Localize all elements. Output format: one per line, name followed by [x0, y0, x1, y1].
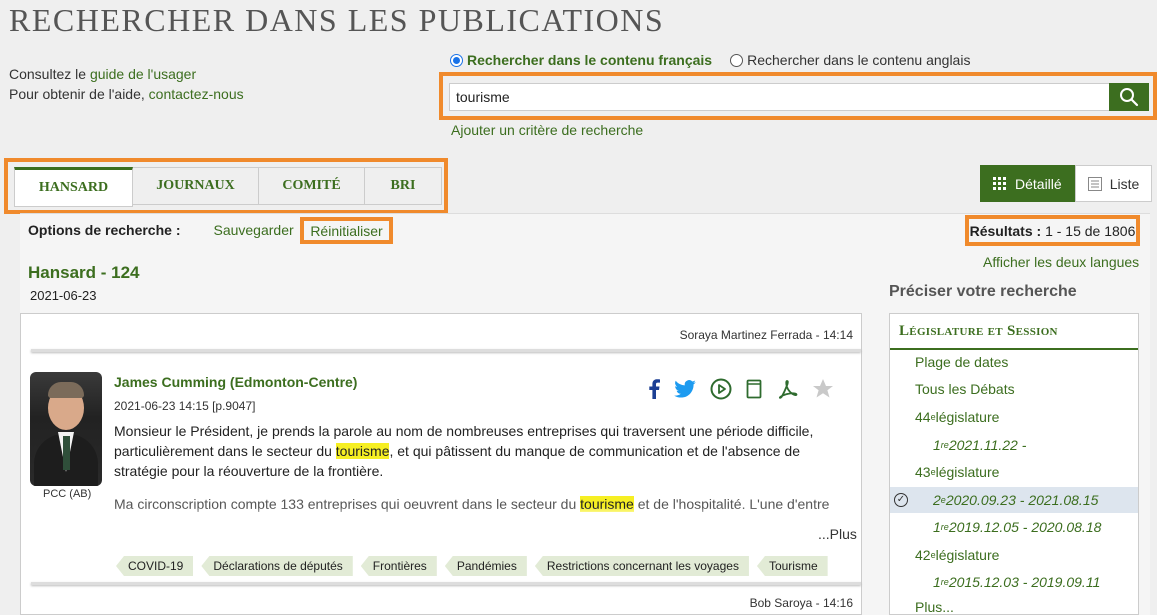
date-range-link[interactable]: Plage de dates	[890, 349, 1138, 375]
radio-unchecked-icon	[730, 53, 744, 67]
results-count: Résultats : 1 - 15 de 1806	[965, 215, 1140, 246]
publication-tabs: HANSARD JOURNAUX COMITÉ BRI	[4, 158, 448, 214]
star-icon[interactable]	[812, 378, 834, 400]
speaker-timestamp: 2021-06-23 14:15 [p.9047]	[114, 399, 256, 413]
legislature-44[interactable]: 44 e législature	[890, 404, 1138, 430]
share-actions	[648, 378, 834, 400]
session-43-1[interactable]: 1 re 2019.12.05 - 2020.08.18	[890, 514, 1138, 540]
session-42-1[interactable]: 1 re 2015.12.03 - 2019.09.11	[890, 569, 1138, 595]
subject-tags: COVID-19 Déclarations de députés Frontiè…	[116, 556, 828, 576]
legislature-session-filter: Législature et Session Plage de dates To…	[889, 313, 1139, 615]
list-icon	[1087, 176, 1102, 191]
previous-speaker[interactable]: Soraya Martinez Ferrada - 14:14	[680, 328, 853, 342]
view-toggle: Détaillé Liste	[980, 165, 1153, 202]
tab-comite[interactable]: COMITÉ	[259, 167, 365, 205]
page-title: RECHERCHER DANS LES PUBLICATIONS	[9, 2, 665, 38]
tab-journaux[interactable]: JOURNAUX	[133, 167, 259, 205]
search-icon	[1120, 88, 1139, 107]
tab-hansard[interactable]: HANSARD	[14, 167, 133, 207]
tab-bri[interactable]: BRI	[365, 167, 442, 205]
result-title[interactable]: Hansard - 124	[28, 263, 140, 283]
tag[interactable]: Pandémies	[444, 556, 527, 576]
tag[interactable]: COVID-19	[116, 556, 194, 576]
speaker-party: PCC (AB)	[43, 488, 92, 500]
grid-icon	[993, 176, 1006, 190]
radio-french-content[interactable]: Rechercher dans le contenu français	[450, 52, 712, 68]
speaker-name-link[interactable]: James Cumming (Edmonton-Centre)	[114, 374, 357, 390]
search-input[interactable]: tourisme	[449, 83, 1111, 111]
all-debates-link[interactable]: Tous les Débats	[890, 376, 1138, 402]
more-filters-link[interactable]: Plus...	[890, 594, 1138, 615]
search-button[interactable]	[1109, 83, 1149, 111]
search-box: tourisme	[439, 72, 1157, 120]
result-date: 2021-06-23	[30, 288, 97, 303]
show-both-languages-link[interactable]: Afficher les deux langues	[983, 254, 1139, 270]
add-criteria-link[interactable]: Ajouter un critère de recherche	[451, 122, 643, 138]
session-43-2[interactable]: ✓ 2 e 2020.09.23 - 2021.08.15	[890, 487, 1138, 513]
check-circle-icon: ✓	[894, 493, 908, 507]
detailed-view-button[interactable]: Détaillé	[980, 165, 1075, 202]
keyword-highlight: tourisme	[335, 443, 390, 459]
result-paragraph-truncated: Ma circonscription compte 133 entreprise…	[114, 496, 830, 518]
result-card: Soraya Martinez Ferrada - 14:14 PCC (AB)…	[20, 313, 862, 615]
session-44-1[interactable]: 1 re 2021.11.22 -	[890, 432, 1138, 458]
radio-english-content[interactable]: Rechercher dans le contenu anglais	[730, 52, 970, 68]
facebook-icon[interactable]	[648, 379, 660, 399]
speaker-photo	[30, 372, 102, 486]
reset-search-link[interactable]: Réinitialiser	[300, 217, 393, 244]
contact-us-link[interactable]: contactez-nous	[149, 86, 244, 102]
bookmark-icon[interactable]	[746, 379, 762, 399]
acrobat-icon[interactable]	[776, 379, 798, 399]
tag[interactable]: Déclarations de députés	[201, 556, 353, 576]
play-icon[interactable]	[710, 378, 732, 400]
search-options-row: Options de recherche : Sauvegarder	[28, 222, 294, 238]
keyword-highlight: tourisme	[580, 496, 634, 512]
save-search-link[interactable]: Sauvegarder	[213, 222, 293, 238]
twitter-icon[interactable]	[674, 380, 696, 398]
tag[interactable]: Frontières	[360, 556, 437, 576]
tag[interactable]: Restrictions concernant les voyages	[534, 556, 749, 576]
refine-search-title: Préciser votre recherche	[889, 283, 1077, 300]
more-link[interactable]: ...Plus	[818, 526, 857, 542]
user-guide-link[interactable]: guide de l'usager	[90, 66, 196, 82]
help-block: Consultez le guide de l'usager Pour obte…	[9, 66, 244, 102]
radio-checked-icon	[450, 53, 463, 67]
list-view-button[interactable]: Liste	[1074, 165, 1153, 202]
tag[interactable]: Tourisme	[756, 556, 828, 576]
divider	[31, 349, 861, 352]
legislature-43[interactable]: 43 e législature	[890, 459, 1138, 485]
language-radio-group: Rechercher dans le contenu français Rech…	[450, 52, 970, 68]
legislature-42[interactable]: 42 e législature	[890, 542, 1138, 568]
divider	[31, 582, 861, 585]
next-speaker[interactable]: Bob Saroya - 14:16	[750, 596, 853, 610]
search-options-label: Options de recherche :	[28, 222, 181, 238]
result-paragraph: Monsieur le Président, je prends la paro…	[114, 423, 814, 479]
filter-header[interactable]: Législature et Session	[890, 314, 1138, 350]
